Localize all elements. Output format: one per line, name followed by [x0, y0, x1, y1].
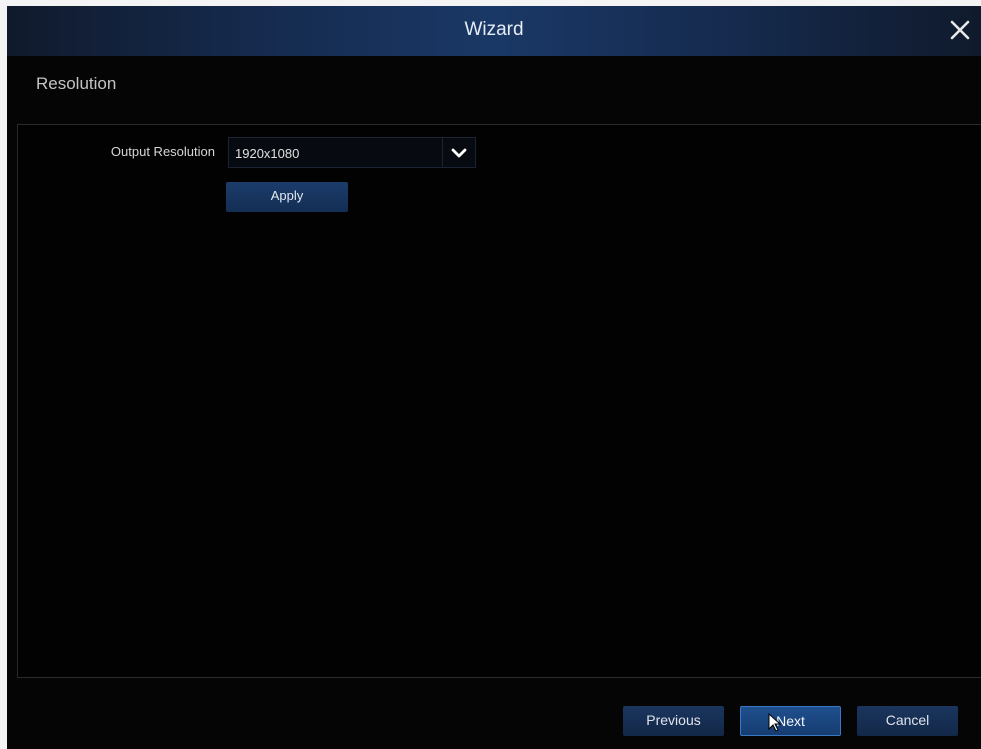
output-resolution-label: Output Resolution [110, 144, 215, 159]
chevron-down-icon[interactable] [442, 138, 475, 167]
window-title: Wizard [464, 19, 524, 40]
section-title: Resolution [36, 74, 117, 93]
title-bar: Wizard [7, 6, 981, 56]
output-resolution-select[interactable]: 1920x1080 [228, 137, 476, 168]
previous-button[interactable]: Previous [623, 706, 724, 736]
cancel-button[interactable]: Cancel [857, 706, 958, 736]
wizard-window: Wizard Resolution Output Resolution 1920… [7, 6, 981, 749]
settings-panel: Output Resolution 1920x1080 Apply [17, 124, 981, 678]
close-icon[interactable] [947, 17, 973, 43]
apply-button[interactable]: Apply [226, 182, 348, 212]
output-resolution-value: 1920x1080 [235, 146, 300, 161]
next-button[interactable]: Next [740, 706, 841, 736]
